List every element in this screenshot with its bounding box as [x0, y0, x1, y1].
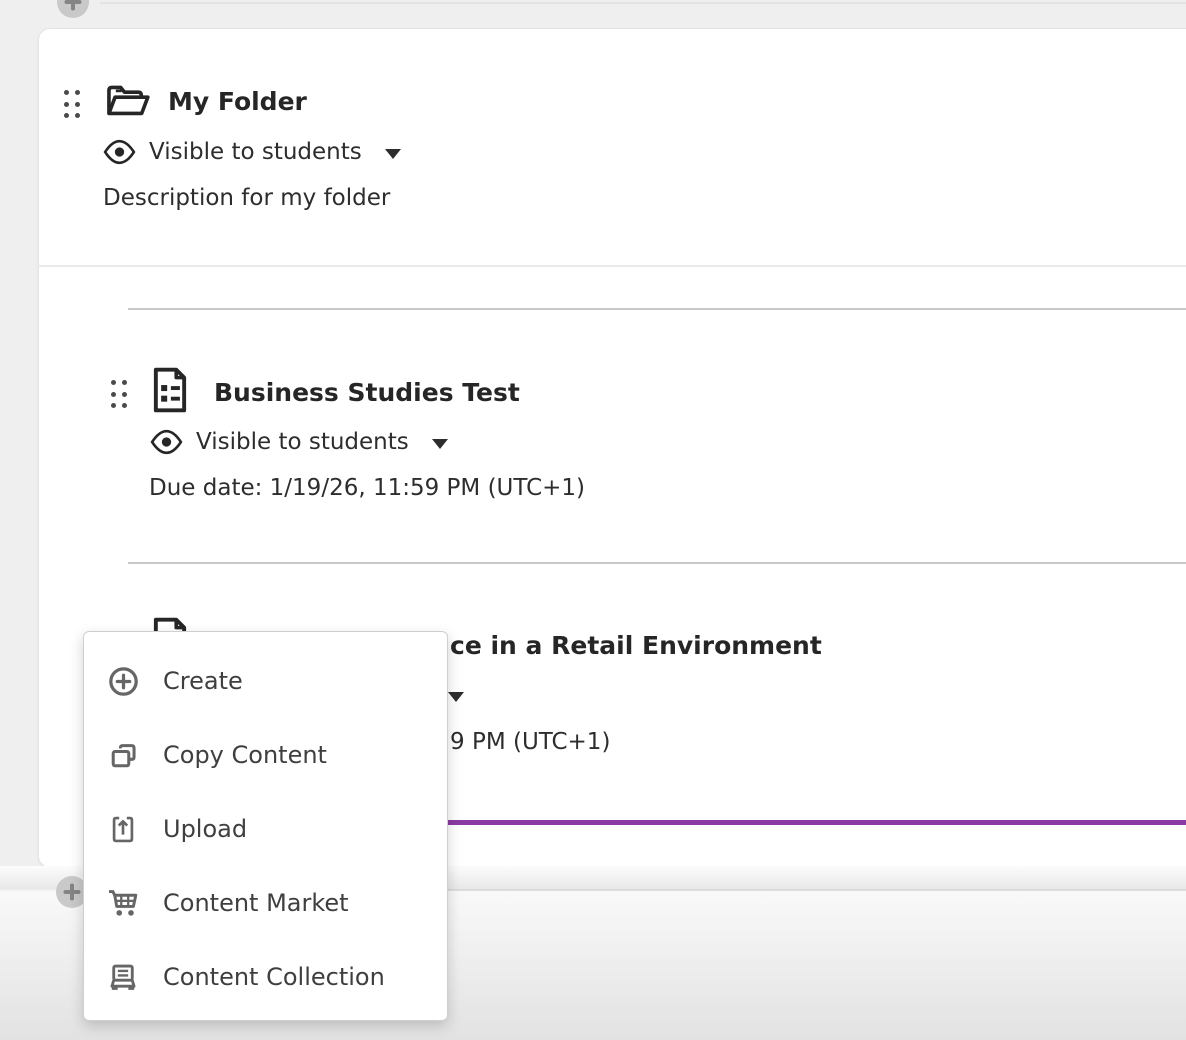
menu-item-create[interactable]: Create [84, 644, 447, 718]
occluded-item-due-date: 9 PM (UTC+1) [450, 728, 610, 758]
menu-item-label: Create [163, 667, 243, 695]
menu-item-copy-content[interactable]: Copy Content [84, 718, 447, 792]
folder-header-divider [38, 265, 1186, 267]
test-visibility-dropdown[interactable]: Visible to students [150, 429, 448, 455]
menu-item-content-collection[interactable]: Content Collection [84, 940, 447, 1014]
child-divider-1 [128, 308, 1186, 310]
chevron-down-icon [448, 692, 464, 702]
chevron-down-icon [432, 439, 448, 449]
test-title-link[interactable]: Business Studies Test [214, 377, 520, 410]
course-content-page: { "colors": { "page_bg": "#efefef", "acc… [0, 0, 1186, 1040]
folder-visibility-dropdown[interactable]: Visible to students [103, 139, 401, 165]
folder-title-link[interactable]: My Folder [168, 86, 307, 119]
test-document-icon [150, 367, 190, 413]
drag-handle-test[interactable] [111, 380, 127, 408]
occluded-item-title-link[interactable]: ce in a Retail Environment [450, 630, 822, 663]
add-content-menu: Create Copy Content Upload [83, 631, 448, 1021]
plus-icon [63, 883, 81, 901]
menu-item-label: Copy Content [163, 741, 327, 769]
drag-handle-my-folder[interactable] [64, 90, 80, 118]
test-visibility-label: Visible to students [196, 429, 409, 455]
chevron-down-icon [385, 149, 401, 159]
folder-visibility-label: Visible to students [149, 139, 362, 165]
menu-item-label: Upload [163, 815, 247, 843]
add-content-divider-top [100, 2, 1186, 4]
menu-item-label: Content Market [163, 889, 349, 917]
upload-icon [107, 814, 139, 845]
folder-description: Description for my folder [103, 184, 390, 214]
menu-item-label: Content Collection [163, 963, 385, 991]
child-divider-2 [128, 562, 1186, 564]
cart-icon [107, 888, 139, 918]
collection-icon [107, 962, 139, 993]
test-due-date: Due date: 1/19/26, 11:59 PM (UTC+1) [149, 474, 585, 504]
add-content-button-top[interactable] [57, 0, 89, 18]
menu-item-upload[interactable]: Upload [84, 792, 447, 866]
copy-icon [107, 740, 139, 771]
menu-item-content-market[interactable]: Content Market [84, 866, 447, 940]
eye-icon [150, 429, 183, 455]
eye-icon [103, 139, 136, 165]
plus-icon [64, 0, 82, 11]
plus-circle-icon [107, 666, 139, 697]
folder-icon [105, 81, 151, 121]
